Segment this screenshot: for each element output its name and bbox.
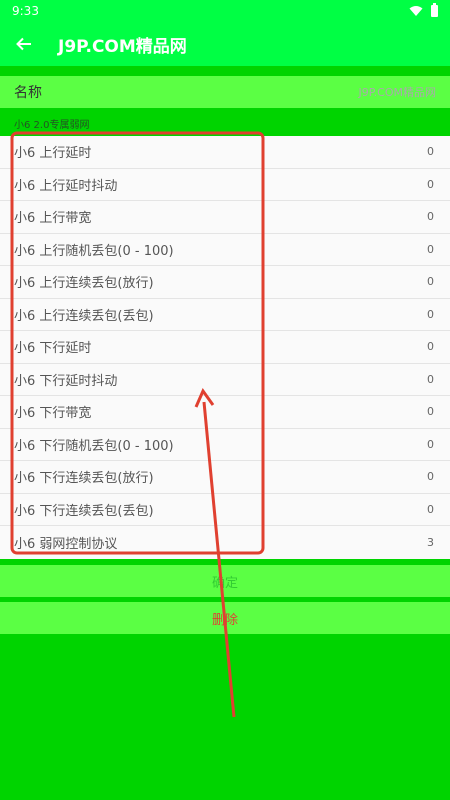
- list-item-label: 小6 下行随机丢包(0 - 100): [14, 438, 174, 454]
- list-item-value: 0: [427, 502, 434, 516]
- list-item[interactable]: 小6 下行连续丢包(放行) 0: [0, 461, 450, 494]
- list-item-value: 0: [427, 340, 434, 354]
- list-item-value: 0: [427, 242, 434, 256]
- list-item-value: 0: [427, 275, 434, 289]
- list-item[interactable]: 小6 上行连续丢包(放行) 0: [0, 266, 450, 299]
- list-item-label: 小6 下行延时抖动: [14, 373, 118, 389]
- list-item-value: 0: [427, 405, 434, 419]
- list-item-label: 小6 上行延时抖动: [14, 178, 118, 194]
- list-item-label: 小6 上行连续丢包(丢包): [14, 308, 154, 324]
- confirm-button[interactable]: 确定: [0, 565, 450, 597]
- battery-icon: [431, 3, 438, 17]
- list-item-value: 3: [427, 535, 434, 549]
- status-time: 9:33: [12, 4, 39, 18]
- list-item-label: 小6 下行连续丢包(放行): [14, 471, 154, 487]
- list-item-label: 小6 下行带宽: [14, 406, 92, 422]
- name-label: 名称: [14, 85, 42, 101]
- list-item-label: 小6 下行连续丢包(丢包): [14, 503, 154, 519]
- list-item[interactable]: 小6 上行延时抖动 0: [0, 168, 450, 201]
- status-icons: [409, 3, 438, 17]
- list-item[interactable]: 小6 上行延时 0: [0, 136, 450, 169]
- list-item-value: 0: [427, 177, 434, 191]
- list-item-label: 小6 下行延时: [14, 341, 92, 357]
- list-item[interactable]: 小6 上行随机丢包(0 - 100) 0: [0, 233, 450, 266]
- list-item-value: 0: [427, 437, 434, 451]
- list-item-label: 小6 上行延时: [14, 146, 92, 162]
- list-item-label: 小6 上行连续丢包(放行): [14, 276, 154, 292]
- list-item[interactable]: 小6 上行连续丢包(丢包) 0: [0, 298, 450, 331]
- list-item[interactable]: 小6 下行随机丢包(0 - 100) 0: [0, 428, 450, 461]
- list-item-value: 0: [427, 470, 434, 484]
- header-divider: [0, 66, 450, 76]
- app-bar: J9P.COM精品网: [0, 22, 450, 66]
- list-item[interactable]: 小6 下行带宽 0: [0, 396, 450, 429]
- delete-button[interactable]: 删除: [0, 602, 450, 634]
- list-item[interactable]: 小6 下行延时抖动 0: [0, 363, 450, 396]
- list-item-value: 0: [427, 210, 434, 224]
- list-item-label: 小6 弱网控制协议: [14, 536, 118, 552]
- list-item-label: 小6 上行带宽: [14, 211, 92, 227]
- arrow-left-icon: [16, 37, 31, 51]
- status-bar: 9:33: [0, 0, 450, 22]
- name-row[interactable]: 名称 J9P.COM精品网: [0, 76, 450, 108]
- name-value: J9P.COM精品网: [358, 86, 437, 99]
- section-header: 小6 2.0专属弱网: [0, 108, 450, 136]
- list-item[interactable]: 小6 下行连续丢包(丢包) 0: [0, 493, 450, 526]
- wifi-icon: [409, 6, 423, 16]
- list-item[interactable]: 小6 上行带宽 0: [0, 201, 450, 234]
- list-item[interactable]: 小6 弱网控制协议 3: [0, 526, 450, 559]
- list-item-value: 0: [427, 145, 434, 159]
- list-item-value: 0: [427, 372, 434, 386]
- list-item[interactable]: 小6 下行延时 0: [0, 331, 450, 364]
- back-button[interactable]: [0, 22, 48, 66]
- app-title: J9P.COM精品网: [58, 36, 187, 57]
- list-item-label: 小6 上行随机丢包(0 - 100): [14, 243, 174, 259]
- list-item-value: 0: [427, 307, 434, 321]
- settings-list: 小6 上行延时 0 小6 上行延时抖动 0 小6 上行带宽 0 小6 上行随机丢包(0 - …: [0, 136, 450, 559]
